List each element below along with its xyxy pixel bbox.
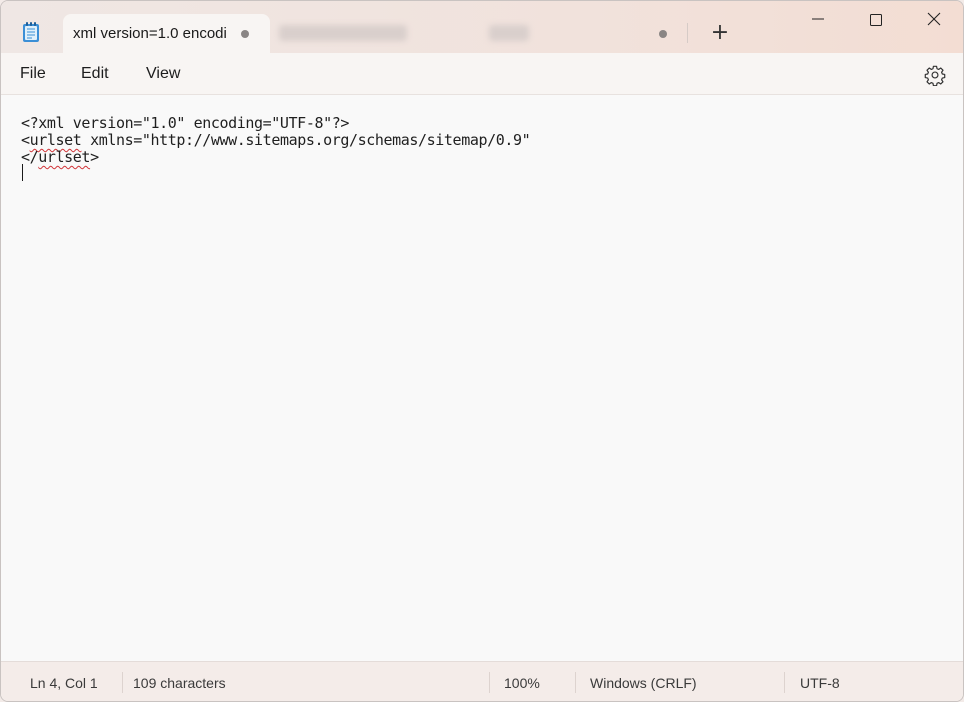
blurred-tab-title [489,25,529,41]
plus-icon[interactable]: + [708,22,732,46]
menu-edit[interactable]: Edit [81,65,109,83]
editor-line-2-rest: xmlns="http://www.sitemaps.org/schemas/s… [81,131,531,149]
blurred-tab-title [279,25,407,41]
text-caret [22,164,23,181]
notepad-window: xml version=1.0 encoding + [0,0,964,702]
gear-icon[interactable] [924,64,946,86]
tab-inactive[interactable] [273,14,681,53]
maximize-button[interactable] [847,1,905,37]
close-button[interactable] [905,1,963,37]
spellcheck-word: urlset [29,131,82,149]
editor-line-2: <urlset xmlns="http://www.sitemaps.org/s… [21,131,531,149]
unsaved-dot-icon[interactable] [659,30,667,38]
unsaved-dot-icon[interactable] [241,30,249,38]
menu-file[interactable]: File [20,65,46,83]
editor-line-3: </urlset> [21,148,99,166]
tab-title: xml version=1.0 encoding [73,25,226,42]
minimize-button[interactable] [789,1,847,37]
text-editor[interactable]: <?xml version="1.0" encoding="UTF-8"?> <… [1,95,963,661]
title-bar: xml version=1.0 encoding + [1,1,963,53]
status-separator [489,672,490,693]
status-zoom[interactable]: 100% [504,675,540,691]
status-characters: 109 characters [133,675,226,691]
menu-bar: File Edit View [1,53,963,95]
status-separator [122,672,123,693]
status-position[interactable]: Ln 4, Col 1 [30,675,98,691]
status-bar: Ln 4, Col 1 109 characters 100% Windows … [1,661,963,701]
minimize-icon [812,18,824,20]
menu-view[interactable]: View [146,65,180,83]
tab-separator [687,23,688,43]
status-line-ending[interactable]: Windows (CRLF) [590,675,697,691]
notepad-icon [23,22,39,42]
editor-line-1: <?xml version="1.0" encoding="UTF-8"?> [21,114,349,132]
spellcheck-word: urlset [38,148,91,166]
status-separator [575,672,576,693]
status-encoding[interactable]: UTF-8 [800,675,840,691]
close-icon [927,12,941,26]
maximize-icon [870,14,882,26]
tab-active[interactable]: xml version=1.0 encoding [63,14,270,53]
status-separator [784,672,785,693]
